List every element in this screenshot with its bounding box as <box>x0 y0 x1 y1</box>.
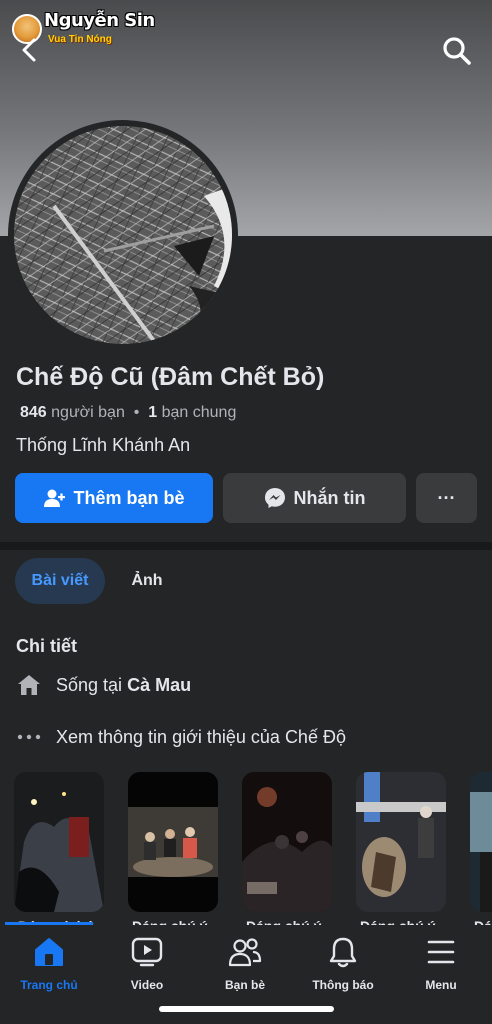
menu-icon <box>424 935 458 969</box>
profile-picture-frame[interactable] <box>8 120 238 350</box>
more-options-button[interactable]: ··· <box>416 473 477 523</box>
message-label: Nhắn tin <box>293 487 366 508</box>
see-about-label: Xem thông tin giới thiệu của Chế Độ <box>56 726 346 747</box>
featured-story[interactable] <box>356 772 446 912</box>
mutual-label: bạn chung <box>161 404 237 421</box>
nav-notifications[interactable]: Thông báo <box>294 935 392 995</box>
featured-story[interactable] <box>242 772 332 912</box>
chevron-left-icon <box>22 38 36 62</box>
see-about-link[interactable]: Xem thông tin giới thiệu của Chế Độ <box>16 724 346 750</box>
friend-label: người bạn <box>51 404 125 421</box>
messenger-icon <box>264 487 286 509</box>
profile-picture[interactable] <box>14 126 232 344</box>
nav-notifications-label: Thông báo <box>312 978 374 992</box>
profile-photo-image <box>14 126 232 344</box>
nav-home[interactable]: Trang chủ <box>0 935 98 995</box>
friends-summary[interactable]: 846 người bạn • 1 bạn chung <box>20 404 236 422</box>
watermark-name: Nguyễn Sin <box>44 10 155 31</box>
featured-stories[interactable]: Đáng chú ý Đáng chú ý Đáng chú ý Đáng ch… <box>0 772 492 932</box>
search-icon <box>443 37 471 65</box>
nav-friends-label: Bạn bè <box>224 978 265 992</box>
featured-story[interactable] <box>470 772 492 912</box>
separator-dot: • <box>133 404 140 421</box>
profile-name: Chế Độ Cũ (Đâm Chết Bỏ) <box>16 363 325 391</box>
video-icon <box>130 935 164 969</box>
featured-story[interactable] <box>128 772 218 912</box>
lives-city[interactable]: Cà Mau <box>127 675 191 696</box>
more-options-icon: ··· <box>437 487 456 508</box>
nav-home-label: Trang chủ <box>20 978 78 992</box>
tab-posts[interactable]: Bài viết <box>15 558 105 604</box>
profile-work: Thống Lĩnh Khánh An <box>16 435 191 455</box>
detail-lives-in: Sống tại Cà Mau <box>16 672 191 698</box>
nav-menu-label: Menu <box>425 978 457 992</box>
add-friend-button[interactable]: Thêm bạn bè <box>15 473 213 523</box>
lives-prefix: Sống tại <box>56 674 123 695</box>
home-indicator[interactable] <box>159 1006 334 1012</box>
back-button[interactable] <box>18 36 42 64</box>
search-button[interactable] <box>440 34 474 68</box>
more-dots-icon <box>16 724 42 750</box>
home-icon <box>32 935 66 969</box>
mutual-count: 1 <box>148 404 158 421</box>
nav-menu[interactable]: Menu <box>392 935 490 995</box>
featured-story[interactable] <box>14 772 104 912</box>
friend-count: 846 <box>20 404 47 421</box>
add-friend-label: Thêm bạn bè <box>73 487 185 508</box>
add-friend-icon <box>43 488 66 508</box>
section-divider <box>0 542 492 550</box>
nav-friends[interactable]: Bạn bè <box>196 935 294 995</box>
message-button[interactable]: Nhắn tin <box>223 473 406 523</box>
nav-video-label: Video <box>130 978 164 992</box>
friends-icon <box>228 935 262 969</box>
bell-icon <box>326 935 360 969</box>
watermark-subtitle: Vua Tin Nóng <box>48 34 112 45</box>
tab-photos[interactable]: Ảnh <box>116 558 178 604</box>
details-title: Chi tiết <box>16 636 77 656</box>
home-icon <box>16 672 42 698</box>
nav-video[interactable]: Video <box>98 935 196 995</box>
